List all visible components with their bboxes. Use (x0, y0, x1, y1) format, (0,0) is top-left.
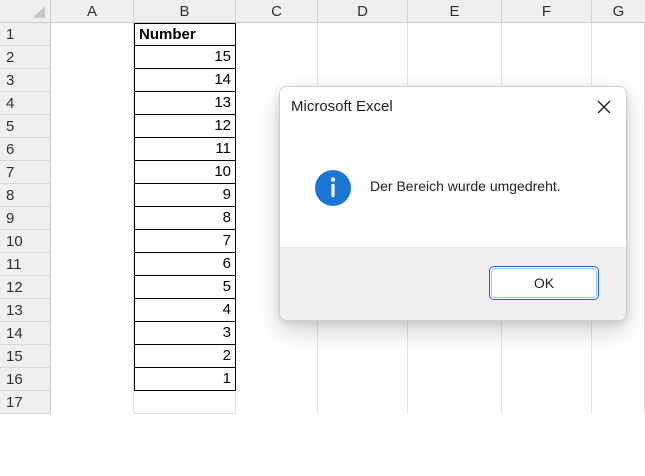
column-a-cells[interactable] (51, 23, 134, 414)
column-header-f[interactable]: F (502, 0, 592, 23)
ok-button-label: OK (533, 275, 555, 291)
close-dialog-button[interactable] (591, 94, 617, 120)
column-header-e[interactable]: E (408, 0, 502, 23)
dialog-title: Microsoft Excel (291, 98, 393, 115)
row-header-2[interactable]: 2 (0, 46, 51, 69)
cell-b13[interactable]: 4 (134, 299, 236, 322)
row-header-8[interactable]: 8 (0, 184, 51, 207)
excel-message-dialog: Microsoft Excel Der Bereich wurde umgedr… (279, 86, 627, 321)
row-header-12[interactable]: 12 (0, 276, 51, 299)
row-header-11[interactable]: 11 (0, 253, 51, 276)
column-header-d[interactable]: D (318, 0, 408, 23)
column-header-g[interactable]: G (592, 0, 645, 23)
cell-b11[interactable]: 6 (134, 253, 236, 276)
select-all-triangle-icon (33, 6, 45, 18)
cell-b16[interactable]: 1 (134, 368, 236, 391)
row-header-4[interactable]: 4 (0, 92, 51, 115)
cell-b1-number-header[interactable]: Number (134, 23, 236, 46)
dialog-footer: OK (280, 247, 626, 320)
cell-b12[interactable]: 5 (134, 276, 236, 299)
cell-b5[interactable]: 12 (134, 115, 236, 138)
cell-b10[interactable]: 7 (134, 230, 236, 253)
column-header-a[interactable]: A (51, 0, 134, 23)
cell-b8[interactable]: 9 (134, 184, 236, 207)
row-header-5[interactable]: 5 (0, 115, 51, 138)
row-header-16[interactable]: 16 (0, 368, 51, 391)
row-header-10[interactable]: 10 (0, 230, 51, 253)
cell-b17[interactable] (134, 391, 236, 414)
row-header-13[interactable]: 13 (0, 299, 51, 322)
row-header-3[interactable]: 3 (0, 69, 51, 92)
cell-b7[interactable]: 10 (134, 161, 236, 184)
ok-button[interactable]: OK (489, 266, 599, 300)
row-header-6[interactable]: 6 (0, 138, 51, 161)
dialog-title-bar[interactable]: Microsoft Excel (280, 87, 626, 129)
close-icon (597, 100, 611, 114)
cell-b6[interactable]: 11 (134, 138, 236, 161)
column-header-b[interactable]: B (134, 0, 236, 23)
row-header-7[interactable]: 7 (0, 161, 51, 184)
cell-b14[interactable]: 3 (134, 322, 236, 345)
cell-b4[interactable]: 13 (134, 92, 236, 115)
select-all-corner[interactable] (0, 0, 51, 23)
column-header-c[interactable]: C (236, 0, 318, 23)
cell-b15[interactable]: 2 (134, 345, 236, 368)
cell-b3[interactable]: 14 (134, 69, 236, 92)
dialog-message: Der Bereich wurde umgedreht. (370, 178, 561, 194)
info-icon (314, 169, 352, 207)
dialog-body: Der Bereich wurde umgedreht. (280, 129, 626, 247)
row-header-14[interactable]: 14 (0, 322, 51, 345)
row-header-17[interactable]: 17 (0, 391, 51, 414)
row-header-1[interactable]: 1 (0, 23, 51, 46)
cell-b2[interactable]: 15 (134, 46, 236, 69)
row-header-9[interactable]: 9 (0, 207, 51, 230)
row-header-15[interactable]: 15 (0, 345, 51, 368)
cell-b9[interactable]: 8 (134, 207, 236, 230)
spreadsheet-view: A B C D E F G 1 2 3 4 5 6 7 8 9 10 11 12… (0, 0, 645, 476)
